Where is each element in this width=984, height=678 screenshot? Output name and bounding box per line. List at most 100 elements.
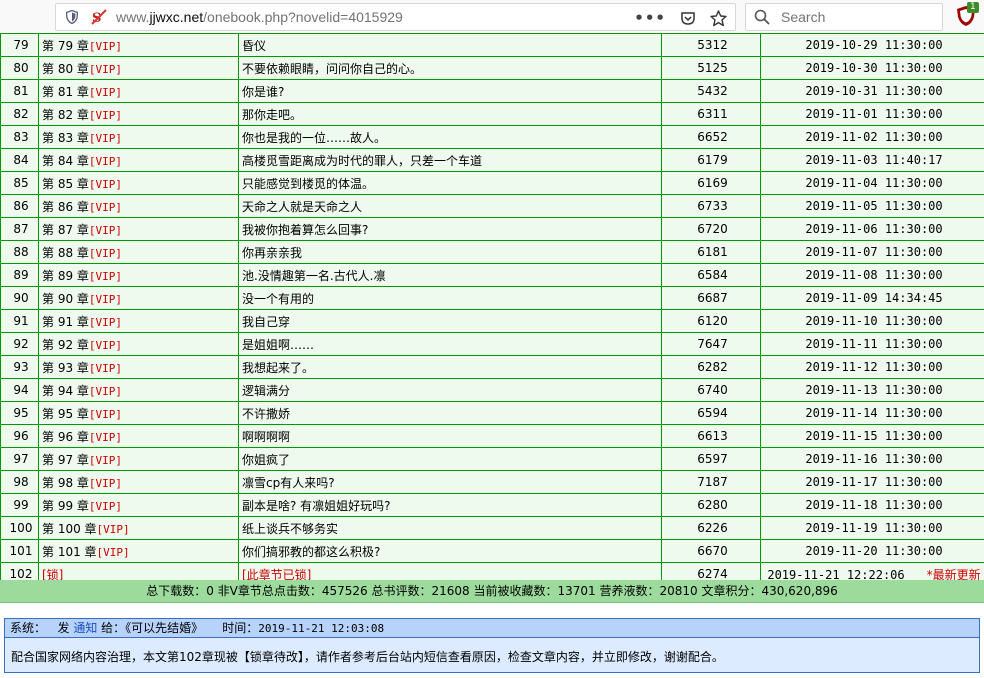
chapter-label: 第 81 章 (42, 84, 89, 99)
chapter-title-link[interactable]: 你们搞邪教的都这么积极? (238, 539, 662, 563)
vip-tag: [VIP] (88, 246, 123, 260)
chapter-title-link[interactable]: 那你走吧。 (238, 102, 662, 126)
chapter-label-cell: 第 87 章[VIP] (38, 217, 239, 241)
chapter-label-cell: 第 94 章[VIP] (38, 378, 239, 402)
chapter-number: 93 (0, 355, 39, 379)
vip-tag: [VIP] (88, 62, 123, 76)
vip-tag: [VIP] (88, 200, 123, 214)
vip-tag: [VIP] (88, 223, 123, 237)
chapter-title-link[interactable]: 昏仪 (238, 33, 662, 57)
chapter-word-count: 7187 (661, 470, 761, 494)
chapter-label-cell: 第 90 章[VIP] (38, 286, 239, 310)
chapter-number: 79 (0, 33, 39, 57)
chapter-label-cell: 第 85 章[VIP] (38, 171, 239, 195)
chapter-title-link[interactable]: 不要依赖眼睛，问问你自己的心。 (238, 56, 662, 80)
chapter-title-link[interactable]: 池.没情趣第一名.古代人.凛 (238, 263, 662, 287)
chapter-label: 第 94 章 (42, 383, 89, 398)
chapter-label-cell: 第 79 章[VIP] (38, 33, 239, 57)
chapter-label-cell: 第 81 章[VIP] (38, 79, 239, 103)
chapter-number: 97 (0, 447, 39, 471)
chapter-title-link[interactable]: 我想起来了。 (238, 355, 662, 379)
chapter-label: 第 82 章 (42, 107, 89, 122)
url-prefix: www. (116, 9, 150, 25)
vip-tag: [VIP] (88, 269, 123, 283)
chapter-row: 95 第 95 章[VIP] 不许撒娇 6594 2019-11-14 11:30:00 (0, 401, 984, 425)
chapter-word-count: 5432 (661, 79, 761, 103)
page-actions-icon[interactable]: ••• (634, 9, 666, 27)
chapter-label: 第 95 章 (42, 406, 89, 421)
system-notice: 系统： 发 通知 给：《可以先结婚》 时间：2019-11-21 12:03:0… (4, 618, 980, 673)
chapter-title-link[interactable]: 天命之人就是天命之人 (238, 194, 662, 218)
vip-tag: [VIP] (88, 108, 123, 122)
chapter-label: 第 91 章 (42, 314, 89, 329)
chapter-title-link[interactable]: 你也是我的一位……故人。 (238, 125, 662, 149)
url-path: /onebook.php?novelid=4015929 (203, 9, 403, 25)
chapter-word-count: 6740 (661, 378, 761, 402)
chapter-title-link[interactable]: 只能感觉到楼觅的体温。 (238, 171, 662, 195)
notice-send-label: 发 (57, 621, 70, 635)
notice-notify-link[interactable]: 通知 (73, 621, 97, 635)
vip-tag: [VIP] (88, 407, 123, 421)
chapter-row: 89 第 89 章[VIP] 池.没情趣第一名.古代人.凛 6584 2019-11-0… (0, 263, 984, 287)
chapter-word-count: 5125 (661, 56, 761, 80)
chapter-row: 83 第 83 章[VIP] 你也是我的一位……故人。 6652 2019-11-02 … (0, 125, 984, 149)
chapter-title-link[interactable]: 没一个有用的 (238, 286, 662, 310)
chapter-row: 90 第 90 章[VIP] 没一个有用的 6687 2019-11-09 14:34:… (0, 286, 984, 310)
chapter-row: 94 第 94 章[VIP] 逻辑满分 6740 2019-11-13 11:30:00 (0, 378, 984, 402)
vip-tag: [VIP] (88, 292, 123, 306)
chapter-word-count: 6179 (661, 148, 761, 172)
url-text[interactable]: www.jjwxc.net/onebook.php?novelid=401592… (116, 9, 403, 25)
chapter-word-count: 6169 (661, 171, 761, 195)
chapter-title-link[interactable]: 是姐姐啊…… (238, 332, 662, 356)
chapter-title-link[interactable]: 你是谁? (238, 79, 662, 103)
chapter-update-time: 2019-11-02 11:30:00 (760, 125, 984, 149)
chapter-title-link[interactable]: 我被你抱着算怎么回事? (238, 217, 662, 241)
chapter-label-cell: 第 95 章[VIP] (38, 401, 239, 425)
noscript-icon[interactable]: S (91, 9, 107, 25)
chapter-row: 92 第 92 章[VIP] 是姐姐啊…… 7647 2019-11-11 11:30:… (0, 332, 984, 356)
chapter-number: 87 (0, 217, 39, 241)
chapter-table: 79 第 79 章[VIP] 昏仪 5312 2019-10-29 11:30:00 80… (0, 33, 984, 586)
vip-tag: [VIP] (88, 430, 123, 444)
chapter-update-time: 2019-11-13 11:30:00 (760, 378, 984, 402)
chapter-update-time: 2019-11-09 14:34:45 (760, 286, 984, 310)
chapter-label: 第 90 章 (42, 291, 89, 306)
chapter-title-link[interactable]: 啊啊啊啊 (238, 424, 662, 448)
chapter-update-time: 2019-11-08 11:30:00 (760, 263, 984, 287)
chapter-label-cell: 第 88 章[VIP] (38, 240, 239, 264)
chapter-number: 98 (0, 470, 39, 494)
pocket-icon[interactable] (680, 10, 696, 26)
chapter-label-cell: 第 91 章[VIP] (38, 309, 239, 333)
chapter-number: 88 (0, 240, 39, 264)
chapter-title-link[interactable]: 凛雪cp有人来吗? (238, 470, 662, 494)
vip-tag: [VIP] (88, 499, 123, 513)
chapter-number: 86 (0, 194, 39, 218)
chapter-word-count: 6584 (661, 263, 761, 287)
search-box[interactable] (745, 3, 943, 31)
chapter-title-link[interactable]: 不许撒娇 (238, 401, 662, 425)
chapter-title-link[interactable]: 纸上谈兵不够务实 (238, 516, 662, 540)
chapter-update-time: 2019-11-05 11:30:00 (760, 194, 984, 218)
chapter-title-link[interactable]: 你姐疯了 (238, 447, 662, 471)
chapter-title-link[interactable]: 我自己穿 (238, 309, 662, 333)
url-bar[interactable]: S www.jjwxc.net/onebook.php?novelid=4015… (55, 3, 736, 31)
chapter-row: 96 第 96 章[VIP] 啊啊啊啊 6613 2019-11-15 11:30:00 (0, 424, 984, 448)
vip-tag: [VIP] (96, 522, 130, 536)
chapter-update-time: 2019-11-18 11:30:00 (760, 493, 984, 517)
vip-tag: [VIP] (88, 476, 123, 490)
chapter-word-count: 6181 (661, 240, 761, 264)
search-input[interactable] (779, 8, 933, 26)
vip-tag: [VIP] (88, 39, 123, 53)
bookmark-star-icon[interactable] (710, 9, 727, 27)
chapter-word-count: 6282 (661, 355, 761, 379)
chapter-title-link[interactable]: 逻辑满分 (238, 378, 662, 402)
chapter-row: 79 第 79 章[VIP] 昏仪 5312 2019-10-29 11:30:00 (0, 33, 984, 57)
tracking-shield-icon[interactable] (66, 10, 78, 24)
chapter-word-count: 6594 (661, 401, 761, 425)
chapter-title-link[interactable]: 高楼觅雪距离成为时代的罪人，只差一个车道 (238, 148, 662, 172)
chapter-row: 80 第 80 章[VIP] 不要依赖眼睛，问问你自己的心。 5125 2019-10-… (0, 56, 984, 80)
chapter-label-cell: 第 98 章[VIP] (38, 470, 239, 494)
chapter-title-link[interactable]: 副本是啥? 有凛姐姐好玩吗? (238, 493, 662, 517)
chapter-title-link[interactable]: 你再亲亲我 (238, 240, 662, 264)
chapter-label: 第 96 章 (42, 429, 89, 444)
